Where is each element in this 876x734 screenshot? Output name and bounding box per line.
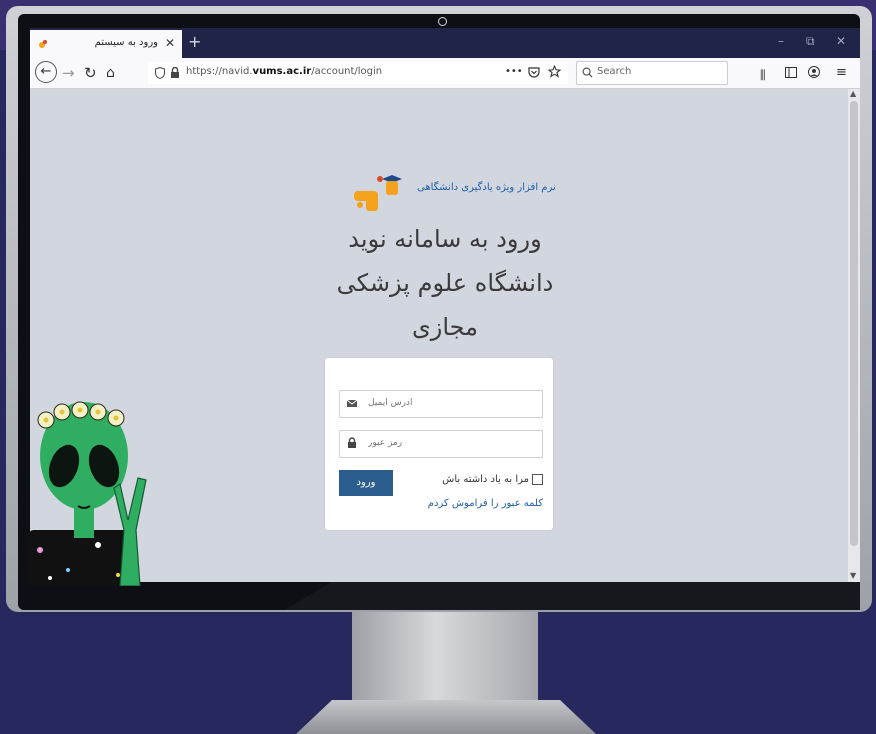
remember-me-checkbox[interactable] [532, 474, 543, 485]
remember-me[interactable]: مرا به یاد داشته باش [442, 474, 543, 485]
login-card: ورود مرا به یاد داشته باش کلمه عبور را ف… [325, 358, 553, 530]
page-actions-icon[interactable]: ••• [505, 66, 523, 77]
email-input[interactable] [368, 394, 533, 412]
remember-me-label: مرا به یاد داشته باش [442, 474, 529, 485]
minimize-button[interactable]: – [778, 34, 784, 48]
password-field[interactable] [339, 430, 543, 458]
scroll-down-icon[interactable]: ▼ [850, 571, 856, 580]
url-bar[interactable]: https://navid.vums.ac.ir/account/login •… [148, 62, 568, 84]
navigation-toolbar: ← → ↻ ⌂ https://navid.vums.ac.ir/account… [30, 58, 860, 89]
shield-icon[interactable] [155, 67, 165, 79]
scrollbar-thumb[interactable] [850, 101, 858, 546]
tab-title: ورود به سیستم [94, 37, 158, 48]
forgot-password-link[interactable]: کلمه عبور را فراموش کردم [428, 498, 543, 509]
site-favicon-icon [39, 40, 47, 48]
login-button[interactable]: ورود [339, 470, 393, 496]
home-icon[interactable]: ⌂ [106, 64, 115, 82]
webcam-icon [438, 17, 447, 26]
search-icon [582, 67, 593, 78]
forward-arrow-icon[interactable]: → [62, 64, 75, 82]
alien-sticker [28, 401, 147, 586]
star-icon[interactable] [548, 65, 561, 78]
monitor-stand [352, 612, 538, 712]
search-placeholder: Search [597, 66, 632, 77]
screen-reflection [285, 582, 860, 610]
close-window-button[interactable]: ✕ [836, 34, 846, 48]
scrollbar[interactable]: ▲ ▼ [848, 89, 860, 582]
tab-bar: ورود به سیستم ✕ + – ⧉ ✕ [30, 28, 860, 58]
logo-tagline: نرم افزار ویژه یادگیری دانشگاهی [417, 182, 556, 193]
tab-close-icon[interactable]: ✕ [165, 36, 175, 50]
email-icon [346, 399, 358, 407]
lock-icon[interactable] [170, 67, 180, 79]
email-field[interactable] [339, 390, 543, 418]
page-title: ورود به سامانه نوید دانشگاه علوم پزشکی م… [295, 217, 595, 349]
restore-button[interactable]: ⧉ [806, 34, 815, 49]
reload-icon[interactable]: ↻ [84, 64, 97, 82]
password-input[interactable] [368, 434, 533, 452]
menu-icon[interactable]: ≡ [836, 64, 847, 82]
library-icon[interactable]: ⫼ [760, 66, 766, 84]
new-tab-button[interactable]: + [188, 32, 201, 51]
navid-logo [354, 175, 402, 211]
monitor-base [296, 700, 596, 734]
account-icon[interactable] [808, 66, 820, 78]
sidebar-icon[interactable] [785, 67, 797, 78]
pocket-icon[interactable] [528, 66, 540, 78]
title-line-3: مجازی [411, 313, 479, 341]
back-arrow-icon[interactable]: ← [35, 61, 57, 83]
scroll-up-icon[interactable]: ▲ [850, 89, 856, 98]
tab-login[interactable]: ورود به سیستم ✕ [30, 30, 182, 58]
title-line-2: دانشگاه علوم پزشکی [336, 269, 554, 297]
title-line-1: ورود به سامانه نوید [348, 225, 542, 253]
search-bar[interactable]: Search [576, 61, 728, 85]
padlock-icon [348, 437, 356, 448]
url-text[interactable]: https://navid.vums.ac.ir/account/login [186, 66, 382, 77]
